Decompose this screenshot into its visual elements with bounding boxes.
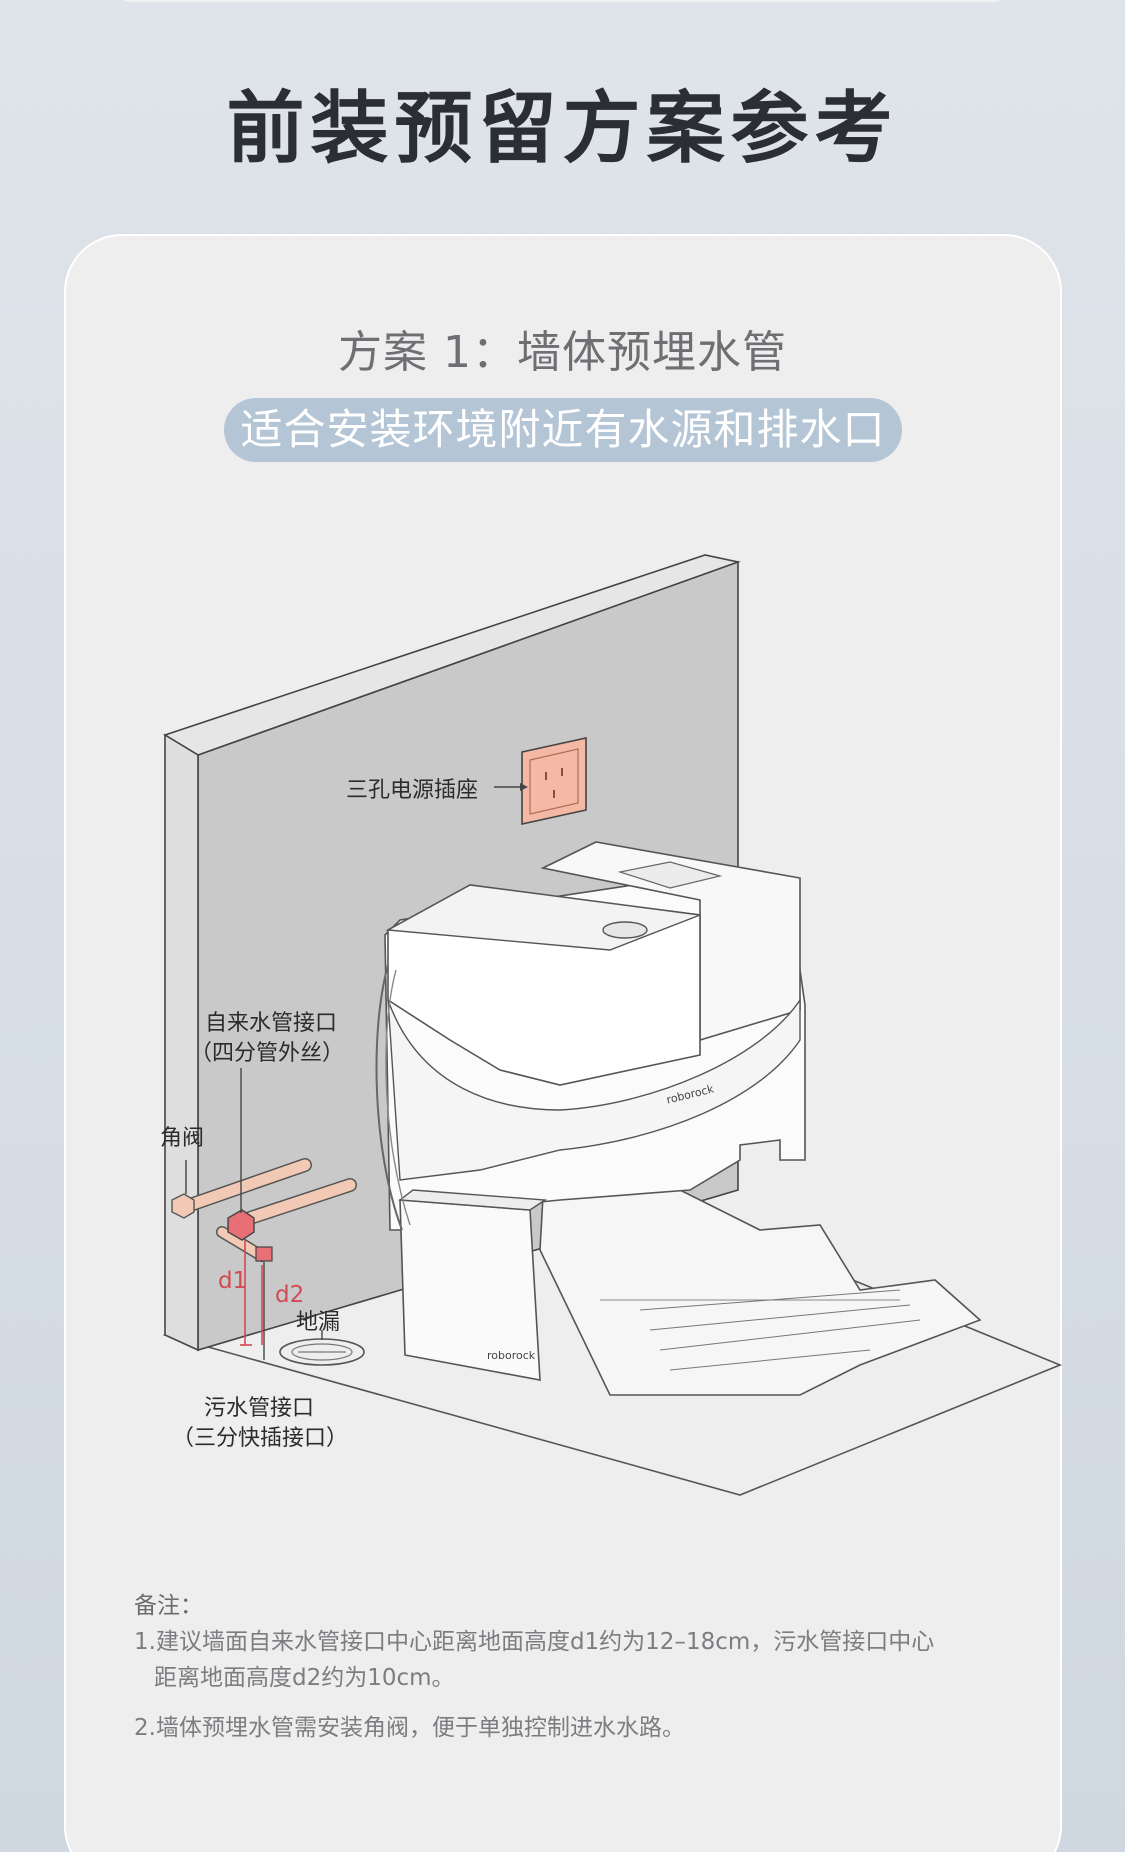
drain-connector-icon [255,1246,273,1262]
installation-illustration [162,554,1063,1496]
notes-section: 备注： 1.建议墙面自来水管接口中心距离地面高度d1约为12–18cm，污水管接… [134,1588,1014,1746]
base-station [375,841,982,1396]
notes-title: 备注： [134,1593,203,1619]
socket-label: 三孔电源插座 [346,778,479,803]
floor-drain-icon [279,1338,365,1366]
inlet-label-line1: 自来水管接口 [205,1011,338,1036]
drain-label-line2: （三分快插接口） [172,1426,349,1451]
inlet-label-line2: （四分管外丝） [190,1041,345,1066]
note-item-1-line2: 距离地面高度d2约为10cm。 [154,1665,455,1691]
power-socket-icon [521,737,587,825]
valve-label: 角阀 [160,1126,205,1151]
d1-label: d1 [218,1268,248,1294]
angle-valve-icon [171,1193,195,1219]
floor-drain-label: 地漏 [296,1310,341,1335]
note-item-1-line1: 1.建议墙面自来水管接口中心距离地面高度d1约为12–18cm，污水管接口中心 [134,1629,935,1655]
brand-logo-front: roborock [487,1349,536,1362]
drain-label-line1: 污水管接口 [204,1396,315,1421]
note-item-2: 2.墙体预埋水管需安装角阀，便于单独控制进水水路。 [134,1715,685,1741]
